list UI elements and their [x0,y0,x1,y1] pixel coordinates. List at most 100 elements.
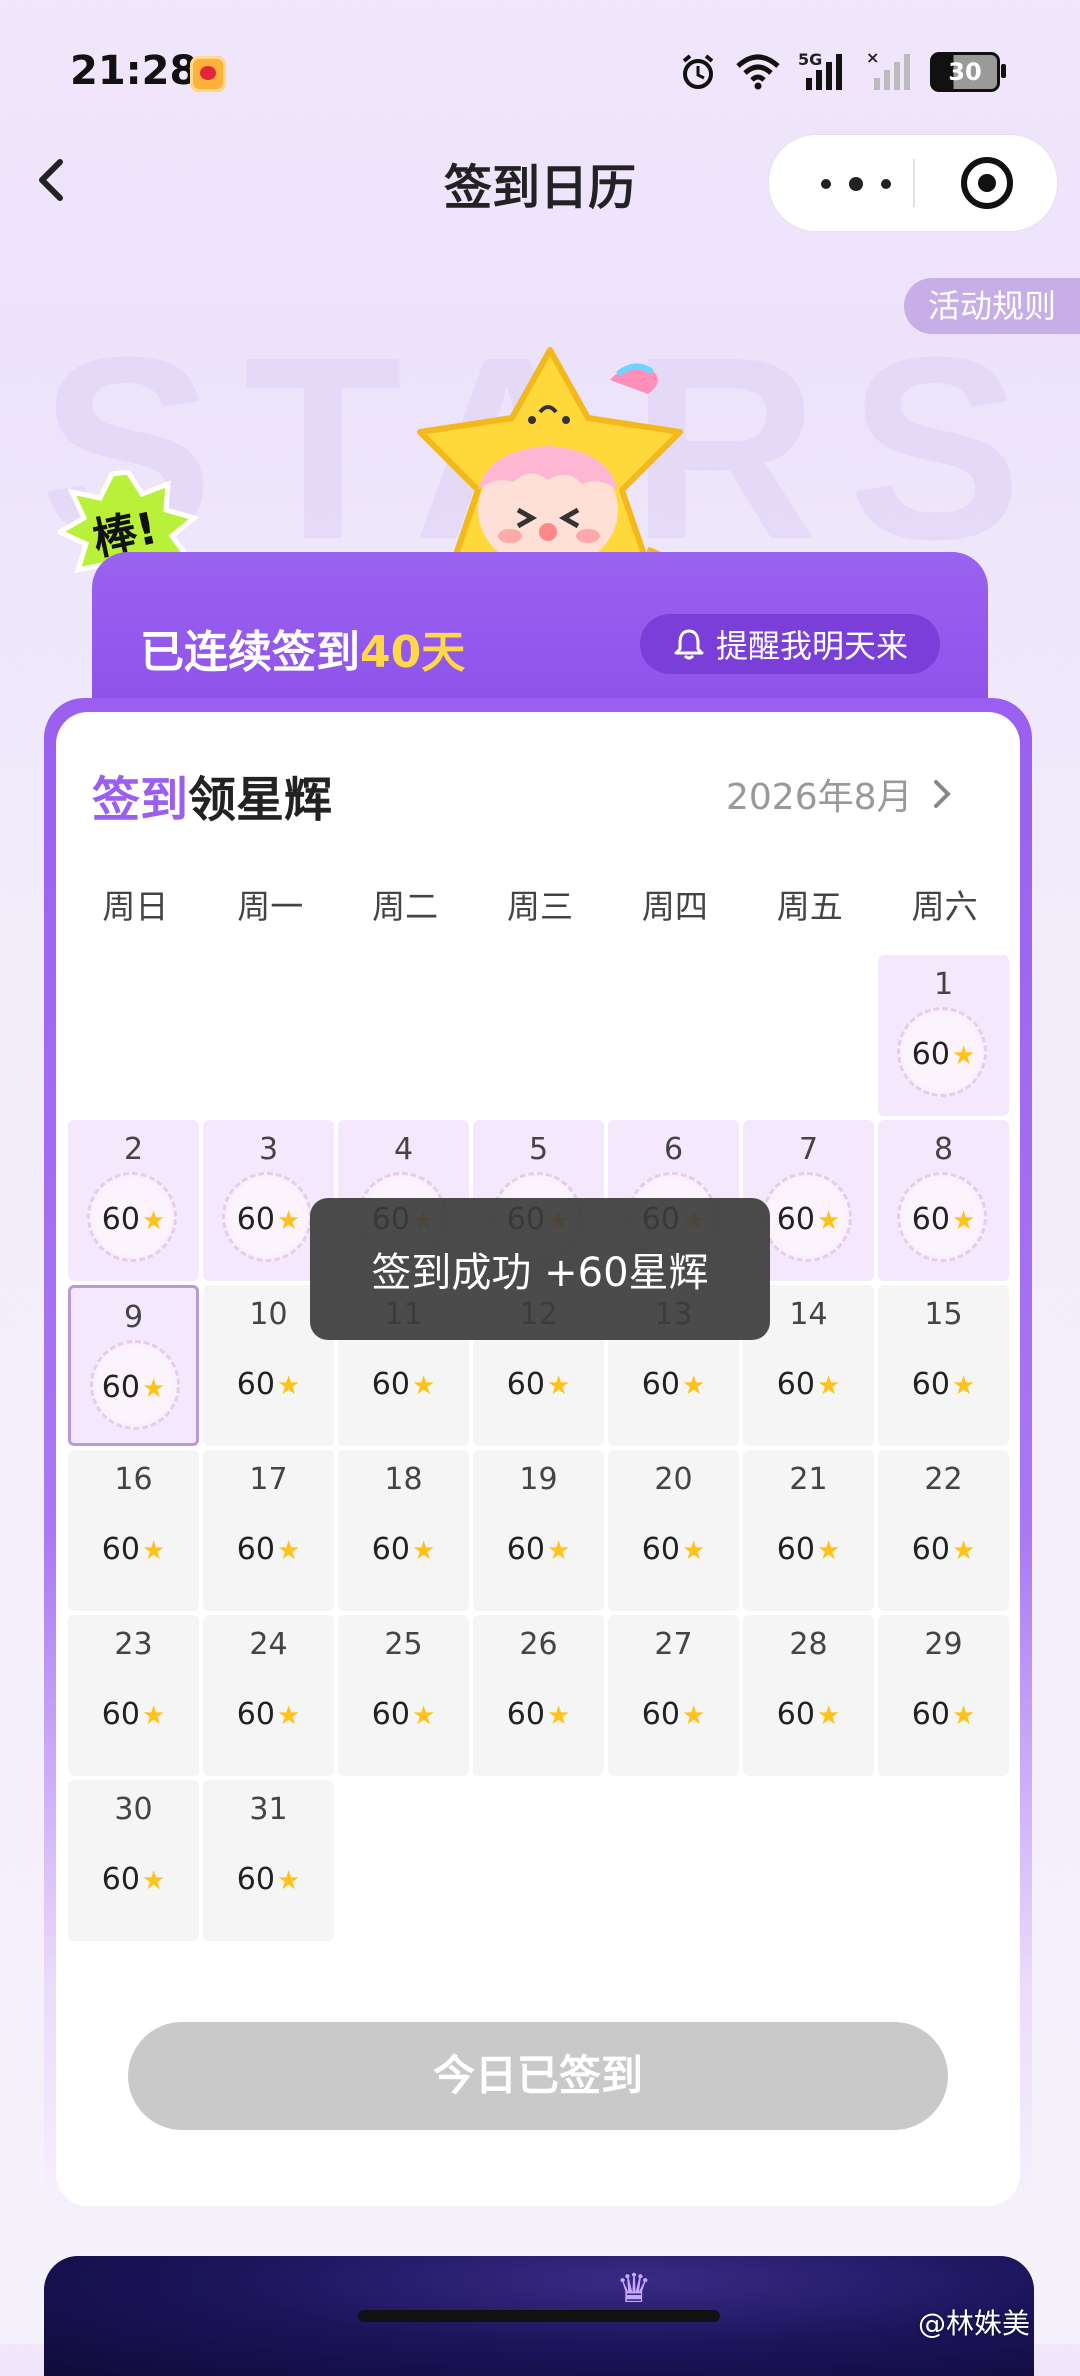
reward-amount: 60 [236,1532,275,1567]
calendar-day-24[interactable]: 24 60★ [203,1615,334,1776]
reward-amount: 60 [776,1367,815,1402]
day-reward: 60★ [878,1697,1009,1732]
month-label: 2026年8月 [726,777,913,818]
day-number: 1 [933,967,954,1002]
signed-today-button[interactable]: 今日已签到 [128,2022,948,2130]
day-reward: 60★ [608,1367,739,1402]
star-icon: ★ [276,1701,301,1731]
reward-amount: 60 [101,1697,140,1732]
streak-text: 已连续签到40天 [140,616,465,680]
star-icon: ★ [276,1536,301,1566]
reward-amount: 60 [101,1532,140,1567]
star-icon: ★ [546,1701,571,1731]
day-reward: 60★ [338,1697,469,1732]
day-reward: 60★ [338,1532,469,1567]
star-icon: ★ [141,1374,166,1404]
calendar-day-25[interactable]: 25 60★ [338,1615,469,1776]
reward-amount: 60 [236,1862,275,1897]
day-reward: 60★ [203,1367,334,1402]
capsule-divider [913,159,915,207]
reward-amount: 60 [641,1532,680,1567]
day-reward: 60★ [68,1532,199,1567]
star-icon: ★ [411,1371,436,1401]
calendar-day-2[interactable]: 2 60★ [68,1120,199,1281]
day-reward: 60★ [68,1202,199,1237]
weekday-label: 周二 [372,887,439,926]
weekday-header: 周日 周一 周二 周三 周四 周五 周六 [68,880,1012,928]
calendar-day-16[interactable]: 16 60★ [68,1450,199,1611]
calendar-day-26[interactable]: 26 60★ [473,1615,604,1776]
cellular-5g-icon: 5G [798,50,848,92]
reward-amount: 60 [911,1202,950,1237]
day-reward: 60★ [878,1037,1009,1072]
star-icon: ★ [411,1701,436,1731]
bell-icon [674,629,704,660]
weekday-label: 周五 [776,887,843,926]
star-icon: ★ [816,1701,841,1731]
checkin-success-toast: 签到成功 +60星辉 [310,1198,770,1340]
calendar-day-17[interactable]: 17 60★ [203,1450,334,1611]
reward-amount: 60 [506,1367,545,1402]
wifi-icon [736,54,780,90]
crown-icon: ♛ [616,2266,652,2312]
remind-tomorrow-button[interactable]: 提醒我明天来 [640,614,940,674]
status-icons: 5G × 30 [678,48,1006,96]
calendar-day-22[interactable]: 22 60★ [878,1450,1009,1611]
day-reward: 60★ [743,1367,874,1402]
day-number: 3 [258,1132,279,1167]
calendar-day-20[interactable]: 20 60★ [608,1450,739,1611]
cellular-secondary-icon: × [866,48,912,92]
calendar-day-31[interactable]: 31 60★ [203,1780,334,1941]
day-reward: 60★ [68,1862,199,1897]
calendar-day-18[interactable]: 18 60★ [338,1450,469,1611]
day-number: 24 [249,1627,288,1662]
day-number: 20 [654,1462,693,1497]
home-indicator [358,2310,720,2322]
card-title-rest: 领星辉 [188,772,333,828]
day-reward: 60★ [473,1697,604,1732]
star-icon: ★ [951,1206,976,1236]
month-selector[interactable]: 2026年8月 [726,768,953,820]
star-icon: ★ [276,1206,301,1236]
reward-amount: 60 [101,1370,140,1405]
calendar-day-1[interactable]: 1 60★ [878,955,1009,1116]
day-number: 8 [933,1132,954,1167]
calendar-day-8[interactable]: 8 60★ [878,1120,1009,1281]
day-number: 31 [249,1792,288,1827]
streak-prefix: 已连续签到 [140,627,360,678]
close-miniapp-button[interactable] [961,157,1013,209]
day-reward: 60★ [878,1532,1009,1567]
calendar-day-27[interactable]: 27 60★ [608,1615,739,1776]
star-icon: ★ [681,1371,706,1401]
day-number: 4 [393,1132,414,1167]
day-number: 15 [924,1297,963,1332]
day-number: 26 [519,1627,558,1662]
status-time: 21:28 [70,48,198,94]
calendar-day-23[interactable]: 23 60★ [68,1615,199,1776]
day-number: 22 [924,1462,963,1497]
calendar-day-19[interactable]: 19 60★ [473,1450,604,1611]
reward-amount: 60 [506,1697,545,1732]
reward-amount: 60 [101,1862,140,1897]
star-icon: ★ [141,1701,166,1731]
reward-amount: 60 [911,1697,950,1732]
day-reward: 60★ [608,1532,739,1567]
calendar-day-30[interactable]: 30 60★ [68,1780,199,1941]
more-button[interactable] [811,155,911,211]
day-number: 19 [519,1462,558,1497]
reward-amount: 60 [236,1697,275,1732]
star-icon: ★ [816,1206,841,1236]
weekday-label: 周六 [911,887,978,926]
star-icon: ★ [276,1371,301,1401]
calendar-day-9[interactable]: 9 60★ [68,1285,199,1446]
battery-icon: 30 [930,52,1006,92]
star-icon: ★ [816,1371,841,1401]
calendar-day-21[interactable]: 21 60★ [743,1450,874,1611]
star-icon: ★ [141,1536,166,1566]
day-reward: 60★ [743,1532,874,1567]
reward-amount: 60 [776,1532,815,1567]
calendar-day-15[interactable]: 15 60★ [878,1285,1009,1446]
calendar-day-29[interactable]: 29 60★ [878,1615,1009,1776]
day-number: 27 [654,1627,693,1662]
calendar-day-28[interactable]: 28 60★ [743,1615,874,1776]
